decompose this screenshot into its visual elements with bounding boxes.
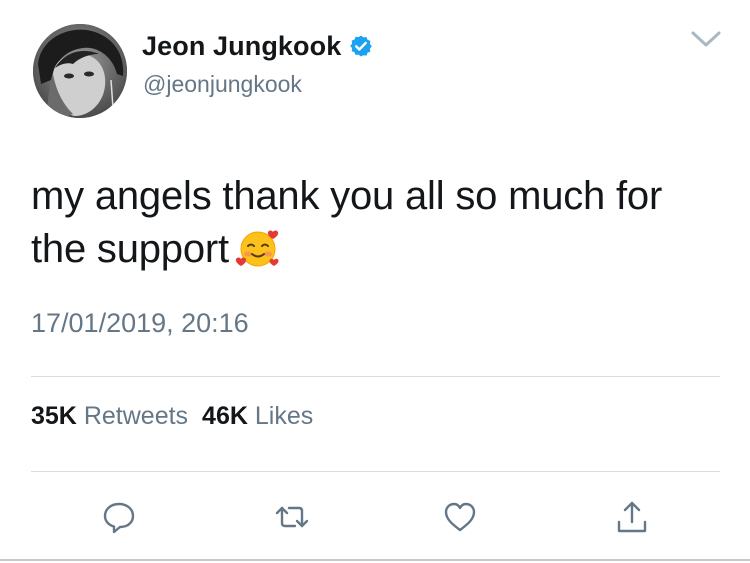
heart-icon (444, 502, 476, 532)
tweet-text-line-1: my angels thank you all so much for (31, 174, 663, 218)
retweet-arrows-icon (275, 506, 309, 528)
avatar[interactable] (33, 24, 127, 118)
reply-button[interactable] (99, 497, 139, 537)
chevron-down-icon[interactable] (690, 28, 722, 50)
tweet-text-line-2-text: the support (31, 227, 229, 271)
likes-label: Likes (254, 402, 314, 430)
user-handle[interactable]: @jeonjungkook (143, 71, 302, 98)
retweets-label: Retweets (83, 402, 189, 430)
tweet-actions-bar (0, 497, 750, 537)
divider (31, 376, 720, 377)
divider (31, 471, 720, 472)
likes-stat[interactable]: 46K Likes (202, 402, 313, 430)
share-button[interactable] (612, 497, 652, 537)
share-upload-icon (617, 501, 647, 533)
like-button[interactable] (440, 497, 480, 537)
verified-badge-icon (350, 35, 373, 57)
likes-count: 46K (202, 402, 248, 430)
avatar-photo (33, 24, 127, 118)
retweet-button[interactable] (272, 497, 312, 537)
retweets-count: 35K (31, 402, 77, 430)
bottom-border (0, 559, 750, 561)
tweet-text-line-2: the support (31, 223, 711, 284)
author-name-row[interactable]: Jeon Jungkook (142, 28, 373, 64)
display-name[interactable]: Jeon Jungkook (142, 31, 341, 62)
speech-bubble-icon (103, 502, 135, 534)
smiling-face-with-hearts-icon (235, 226, 281, 284)
tweet-timestamp[interactable]: 17/01/2019, 20:16 (31, 308, 249, 339)
tweet-stats: 35K Retweets 46K Likes (31, 402, 313, 431)
tweet-text: my angels thank you all so much for the … (31, 170, 711, 284)
retweets-stat[interactable]: 35K Retweets (31, 402, 188, 430)
